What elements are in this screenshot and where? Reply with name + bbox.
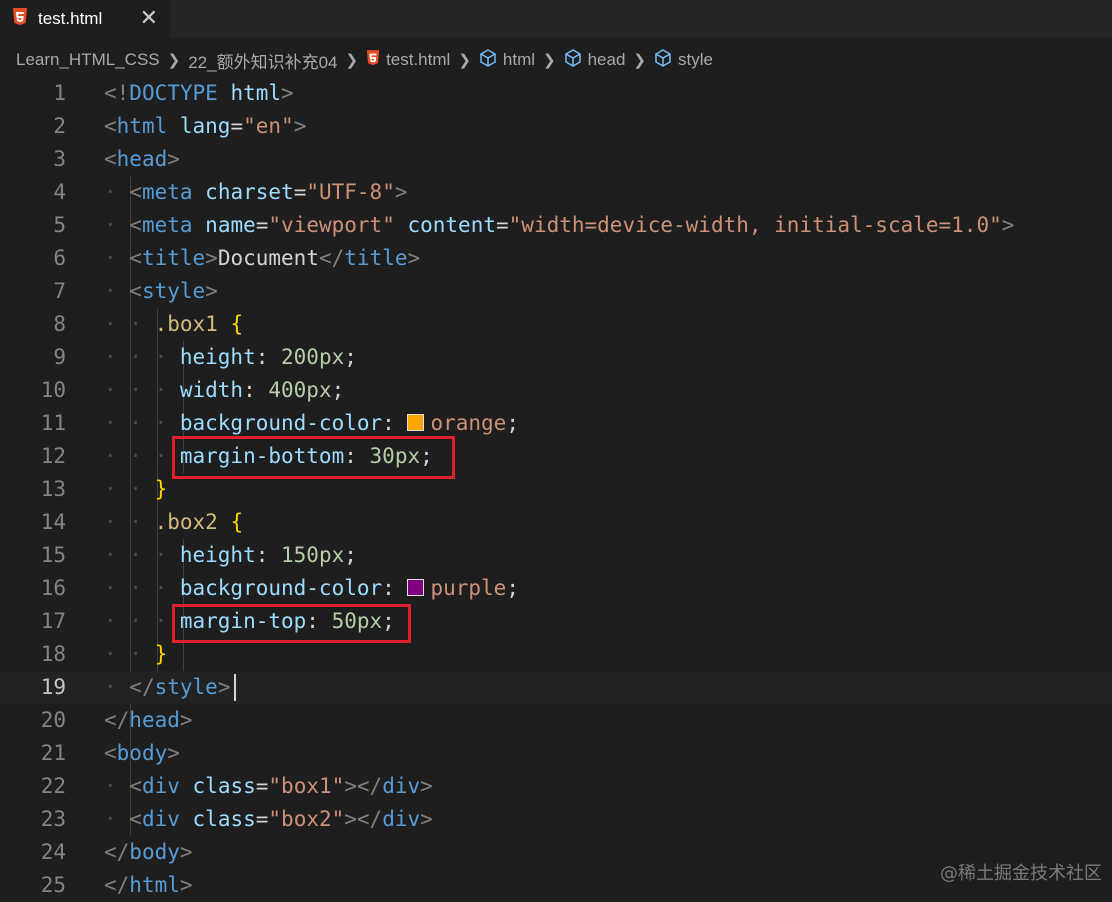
code-text: · <style> [104,275,218,308]
breadcrumb-item-html[interactable]: html [479,49,535,72]
line-number: 6 [0,242,66,275]
code-line: 9 · · · height: 200px; [0,341,1112,374]
line-number: 5 [0,209,66,242]
html5-icon [366,50,380,71]
line-number: 22 [0,770,66,803]
code-line: 17 · · · margin-top: 50px; [0,605,1112,638]
code-line: 11 · · · background-color: orange; [0,407,1112,440]
line-number: 20 [0,704,66,737]
code-line: 7 · <style> [0,275,1112,308]
breadcrumb-item-file[interactable]: test.html [366,50,450,71]
cube-icon [479,49,497,72]
code-text: · · .box1 { [104,308,243,341]
breadcrumb-item-head[interactable]: head [564,49,626,72]
code-line: 4 · <meta charset="UTF-8"> [0,176,1112,209]
code-line: 1 <!DOCTYPE html> [0,77,1112,110]
breadcrumb-item-style[interactable]: style [654,49,713,72]
line-number: 21 [0,737,66,770]
html5-icon [12,8,28,30]
code-line: 8 · · .box1 { [0,308,1112,341]
code-text: · · } [104,473,167,506]
line-number: 19 [0,671,66,704]
annotation-box-margin-top [172,604,411,643]
code-text: · <title>Document</title> [104,242,420,275]
code-text: · · · height: 200px; [104,341,357,374]
line-number: 16 [0,572,66,605]
line-number: 25 [0,869,66,902]
line-number: 1 [0,77,66,110]
breadcrumb-item-folder[interactable]: 22_额外知识补充04 [188,48,337,73]
code-text: · · .box2 { [104,506,243,539]
chevron-right-icon: ❯ [345,51,358,69]
code-text: </head> [104,704,193,737]
code-text: · <div class="box1"></div> [104,770,433,803]
line-number: 2 [0,110,66,143]
code-text: · <div class="box2"></div> [104,803,433,836]
code-line: 18 · · } [0,638,1112,671]
code-text: · · · width: 400px; [104,374,344,407]
breadcrumb-item-project[interactable]: Learn_HTML_CSS [16,50,160,70]
code-text: </html> [104,869,193,902]
cube-icon [564,49,582,72]
code-line-current: 19 · </style> [0,671,1112,704]
code-line: 12 · · · margin-bottom: 30px; [0,440,1112,473]
code-line: 23 · <div class="box2"></div> [0,803,1112,836]
chevron-right-icon: ❯ [543,51,556,69]
code-line: 13 · · } [0,473,1112,506]
line-number: 4 [0,176,66,209]
text-cursor [234,674,236,701]
annotation-box-margin-bottom [172,436,455,479]
code-line: 3 <head> [0,143,1112,176]
close-icon[interactable]: ✕ [140,6,158,31]
line-number: 3 [0,143,66,176]
code-text: · </style> [104,671,230,704]
line-number: 24 [0,836,66,869]
code-text: · <meta name="viewport" content="width=d… [104,209,1014,242]
code-text: · <meta charset="UTF-8"> [104,176,408,209]
code-line: 10 · · · width: 400px; [0,374,1112,407]
code-line: 16 · · · background-color: purple; [0,572,1112,605]
code-editor[interactable]: 1 <!DOCTYPE html> 2 <html lang="en"> 3 <… [0,77,1112,893]
code-line: 6 · <title>Document</title> [0,242,1112,275]
code-text: · · · height: 150px; [104,539,357,572]
code-text: · · · background-color: purple; [104,572,519,605]
line-number: 8 [0,308,66,341]
code-line: 14 · · .box2 { [0,506,1112,539]
code-line: 15 · · · height: 150px; [0,539,1112,572]
code-line: 20 </head> [0,704,1112,737]
color-swatch-purple[interactable] [407,579,424,596]
code-line: 5 · <meta name="viewport" content="width… [0,209,1112,242]
line-number: 7 [0,275,66,308]
code-text: <head> [104,143,180,176]
tab-test-html[interactable]: test.html ✕ [0,0,170,38]
tab-bar: test.html ✕ [0,0,1112,38]
watermark: @稀土掘金技术社区 [940,859,1102,885]
code-line: 21 <body> [0,737,1112,770]
code-text: </body> [104,836,193,869]
line-number: 12 [0,440,66,473]
chevron-right-icon: ❯ [458,51,471,69]
cube-icon [654,49,672,72]
code-text: <html lang="en"> [104,110,306,143]
line-number: 15 [0,539,66,572]
breadcrumb: Learn_HTML_CSS ❯ 22_额外知识补充04 ❯ test.html… [0,38,1112,82]
line-number: 23 [0,803,66,836]
code-line: 2 <html lang="en"> [0,110,1112,143]
color-swatch-orange[interactable] [407,414,424,431]
line-number: 18 [0,638,66,671]
chevron-right-icon: ❯ [633,51,646,69]
line-number: 11 [0,407,66,440]
code-text: <!DOCTYPE html> [104,77,294,110]
tab-title: test.html [38,9,102,29]
code-text: · · } [104,638,167,671]
code-text: <body> [104,737,180,770]
line-number: 10 [0,374,66,407]
line-number: 17 [0,605,66,638]
line-number: 13 [0,473,66,506]
line-number: 14 [0,506,66,539]
chevron-right-icon: ❯ [168,51,181,69]
code-line: 22 · <div class="box1"></div> [0,770,1112,803]
line-number: 9 [0,341,66,374]
